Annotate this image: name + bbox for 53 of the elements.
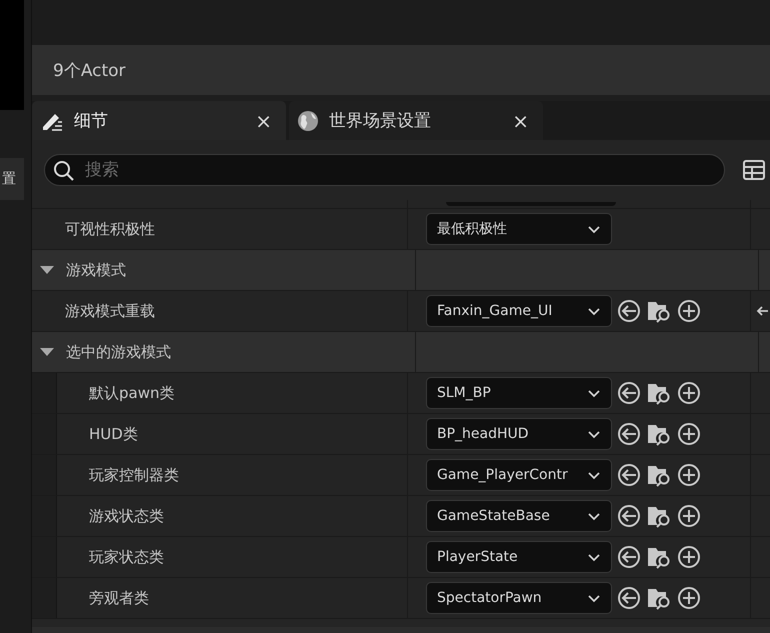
panel-tab[interactable]: 细节 × xyxy=(32,101,286,140)
chevron-down-icon xyxy=(587,470,601,480)
use-selected-icon[interactable] xyxy=(617,463,641,487)
use-selected-icon[interactable] xyxy=(617,545,641,569)
property-label: 玩家控制器类 xyxy=(88,466,179,484)
panel-tab[interactable]: 世界场景设置 × xyxy=(289,101,543,140)
chevron-down-icon xyxy=(587,430,601,438)
actor-count-header: 9个Actor xyxy=(32,45,770,95)
use-selected-icon[interactable] xyxy=(617,299,641,323)
chevron-down-icon xyxy=(587,224,601,234)
value-dropdown[interactable]: Game_PlayerContr xyxy=(426,459,612,491)
close-button[interactable]: × xyxy=(506,108,535,132)
chevron-down-icon xyxy=(587,388,601,398)
property-label: HUD类 xyxy=(88,424,138,444)
add-icon[interactable] xyxy=(677,545,701,569)
add-icon[interactable] xyxy=(677,586,701,610)
value-dropdown[interactable]: GameStateBase xyxy=(426,500,612,532)
search-field[interactable]: 搜索 xyxy=(44,154,725,186)
value-dropdown[interactable]: PlayerState xyxy=(426,541,612,573)
expand-arrow-icon[interactable] xyxy=(40,347,54,357)
chevron-down-icon xyxy=(587,594,601,602)
property-label: 游戏状态类 xyxy=(88,506,164,526)
globe-icon xyxy=(297,110,319,132)
chevron-down-icon xyxy=(587,512,601,520)
category-label[interactable]: 游戏模式 xyxy=(66,260,126,280)
expand-arrow-icon[interactable] xyxy=(40,265,54,275)
category-label[interactable]: 选中的游戏模式 xyxy=(66,342,171,362)
value-dropdown[interactable]: Fanxin_Game_UI xyxy=(426,295,612,327)
value-dropdown[interactable]: SpectatorPawn xyxy=(426,582,612,614)
search-icon xyxy=(53,160,75,182)
use-selected-icon[interactable] xyxy=(617,586,641,610)
side-panel-tab[interactable]: 置 xyxy=(0,158,24,200)
use-selected-icon[interactable] xyxy=(617,422,641,446)
property-label: 游戏模式重载 xyxy=(64,302,155,320)
close-button[interactable]: × xyxy=(249,108,278,132)
add-icon[interactable] xyxy=(677,504,701,528)
value-dropdown[interactable]: BP_headHUD xyxy=(426,418,612,450)
property-label: 玩家状态类 xyxy=(88,548,164,566)
use-selected-icon[interactable] xyxy=(617,381,641,405)
property-label: 旁观者类 xyxy=(88,588,149,608)
add-icon[interactable] xyxy=(677,422,701,446)
reset-arrow-icon[interactable] xyxy=(756,304,768,318)
value-dropdown[interactable]: SLM_BP xyxy=(426,377,612,409)
property-label: 默认pawn类 xyxy=(88,384,174,402)
add-icon[interactable] xyxy=(677,381,701,405)
chevron-down-icon xyxy=(587,306,601,316)
chevron-down-icon xyxy=(587,552,601,562)
table-view-icon[interactable] xyxy=(743,160,765,180)
add-icon[interactable] xyxy=(677,463,701,487)
use-selected-icon[interactable] xyxy=(617,504,641,528)
add-icon[interactable] xyxy=(677,299,701,323)
value-dropdown[interactable]: 最低积极性 xyxy=(426,213,612,245)
property-label: 可视性积极性 xyxy=(64,220,155,238)
